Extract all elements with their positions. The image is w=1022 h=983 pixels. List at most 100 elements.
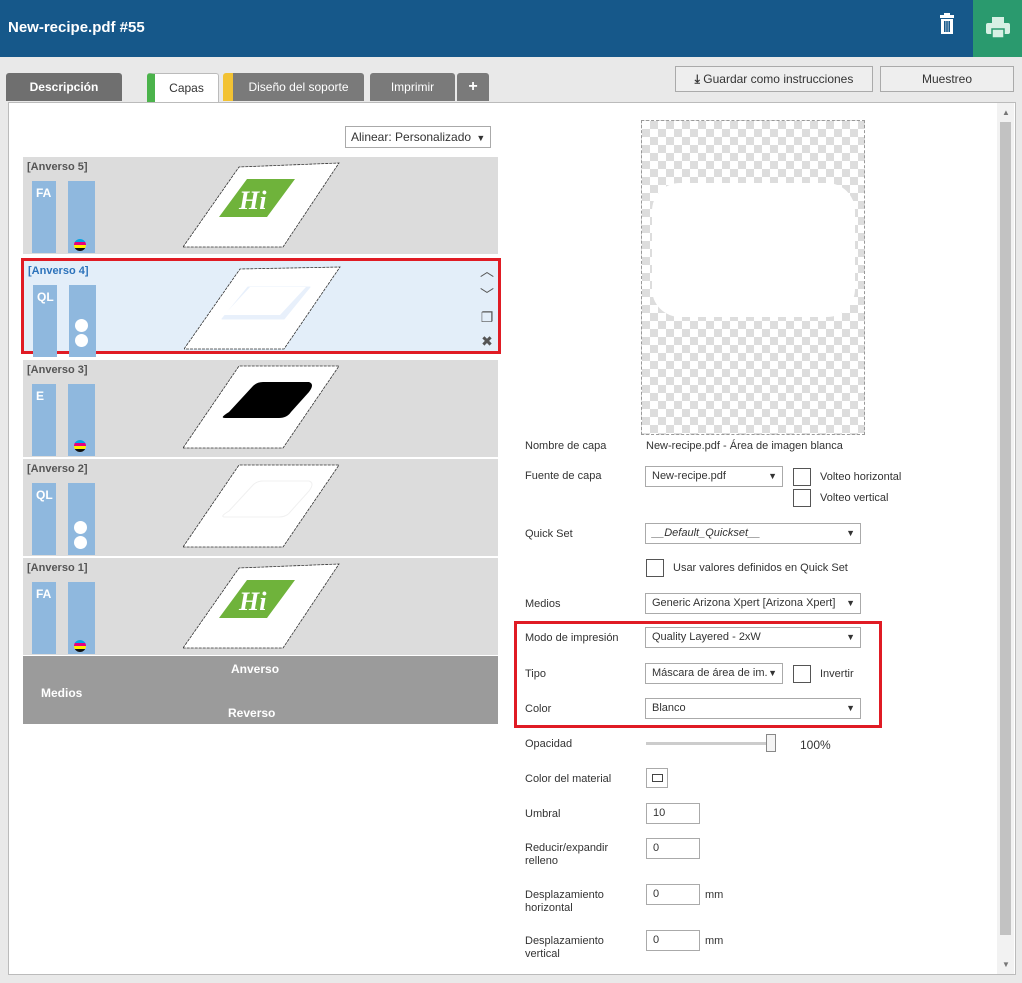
align-select-value: Alinear: Personalizado [351,130,472,144]
media-back-label[interactable]: Reverso [228,706,275,720]
move-down-icon[interactable]: ﹀ [479,285,495,305]
flip-vertical-label: Volteo vertical [820,492,889,504]
cmyk-icon [74,440,86,452]
scroll-up-icon[interactable]: ▲ [999,106,1013,120]
print-mode-value: Quality Layered - 2xW [652,631,761,643]
invert-checkbox[interactable] [793,665,811,683]
duplicate-icon[interactable]: ❐ [479,309,495,326]
media-select[interactable]: Generic Arizona Xpert [Arizona Xpert] ▼ [645,593,861,614]
media-row: Medios Anverso Reverso [23,656,498,724]
layer-mode-badge: FA [32,181,56,253]
material-color-picker[interactable] [646,768,668,788]
type-value: Máscara de área de im. [652,667,768,679]
media-front-label[interactable]: Anverso [231,662,279,676]
thumbnail-logo-text: Hi [238,186,267,215]
print-mode-select[interactable]: Quality Layered - 2xW ▼ [645,627,861,648]
tab-capas[interactable]: Capas [147,73,219,103]
horizontal-offset-unit: mm [705,889,724,901]
color-value: Blanco [652,702,686,714]
layer-name: [Anverso 3] [27,364,88,376]
quickset-label: Quick Set [525,528,573,540]
layer-thumbnail [184,266,341,350]
cmyk-icon [74,239,86,251]
dropdown-arrow-icon: ▼ [768,471,777,481]
layer-row[interactable]: [Anverso 1] FA Hi [23,558,498,656]
use-quickset-label: Usar valores definidos en Quick Set [673,562,848,574]
dropdown-arrow-icon: ▼ [846,528,855,538]
scroll-down-icon[interactable]: ▼ [999,958,1013,972]
save-as-instructions-label: Guardar como instrucciones [703,72,854,86]
tab-descripcion[interactable]: Descripción [6,73,122,101]
layer-mode-badge: E [32,384,56,456]
layer-preview [641,120,865,435]
tab-diseno-soporte[interactable]: Diseño del soporte [223,73,364,101]
layer-row[interactable]: [Anverso 2] QL [23,459,498,557]
layer-name-value: New-recipe.pdf - Área de imagen blanca [646,440,843,452]
save-as-instructions-button[interactable]: ⤓ Guardar como instrucciones [675,66,873,92]
opacity-slider-track[interactable] [646,742,770,745]
layer-name: [Anverso 2] [27,463,88,475]
use-quickset-checkbox[interactable] [646,559,664,577]
layer-name-label: Nombre de capa [525,440,607,452]
cmyk-icon [74,640,86,652]
print-mode-label: Modo de impresión [525,632,619,644]
trash-icon[interactable] [935,12,959,36]
threshold-input[interactable]: 10 [646,803,700,824]
dropdown-arrow-icon: ▼ [768,668,777,678]
layer-name: [Anverso 5] [27,161,88,173]
color-select[interactable]: Blanco ▼ [645,698,861,719]
align-select[interactable]: Alinear: Personalizado ▼ [345,126,491,148]
opacity-slider-thumb[interactable] [766,734,776,752]
layer-row[interactable]: [Anverso 3] E [23,360,498,458]
print-button[interactable] [973,0,1022,57]
layer-source-select[interactable]: New-recipe.pdf ▼ [645,466,783,487]
vertical-offset-label-line2: vertical [525,948,560,960]
vertical-offset-unit: mm [705,935,724,947]
preview-white-shape [652,183,855,317]
layer-thumbnail: Hi [183,563,340,649]
material-color-label: Color del material [525,773,612,785]
horizontal-offset-input[interactable]: 0 [646,884,700,905]
swatch-icon [652,774,663,782]
layer-mode-badge: FA [32,582,56,654]
media-select-value: Generic Arizona Xpert [Arizona Xpert] [652,597,836,609]
opacity-label: Opacidad [525,738,573,750]
scrollbar-thumb[interactable] [1000,122,1011,935]
media-label: Medios [41,686,83,700]
thumbnail-logo-text: Hi [238,587,267,616]
tab-imprimir[interactable]: Imprimir [370,73,455,101]
flip-vertical-checkbox[interactable] [793,489,811,507]
dropdown-arrow-icon: ▼ [846,598,855,608]
dropdown-arrow-icon: ▼ [846,632,855,642]
opacity-value: 100% [800,738,831,752]
vertical-offset-label-line1: Desplazamiento [525,935,604,947]
dropdown-arrow-icon: ▼ [476,133,486,143]
layer-thumbnail [183,464,340,548]
document-title: New-recipe.pdf #55 [8,19,145,36]
threshold-label: Umbral [525,808,561,820]
layer-row[interactable]: [Anverso 5] FA Hi [23,157,498,255]
layer-source-label: Fuente de capa [525,470,602,482]
layer-row-selected[interactable]: [Anverso 4] QL ︿ ﹀ ❐ ✖ [21,258,501,357]
invert-label: Invertir [820,668,854,680]
white-ink-icon [74,521,87,551]
horizontal-offset-label-line2: horizontal [525,902,573,914]
add-tab-button[interactable]: + [457,73,489,101]
type-label: Tipo [525,668,546,680]
vertical-offset-input[interactable]: 0 [646,930,700,951]
sampling-button[interactable]: Muestreo [880,66,1014,92]
move-up-icon[interactable]: ︿ [479,261,495,281]
delete-icon[interactable]: ✖ [479,333,495,350]
flip-horizontal-checkbox[interactable] [793,468,811,486]
layer-mode-badge: QL [33,285,57,357]
shrink-expand-input[interactable]: 0 [646,838,700,859]
layer-thumbnail [183,365,340,449]
app-header: New-recipe.pdf #55 [0,0,1022,57]
quickset-select[interactable]: __Default_Quickset__ ▼ [645,523,861,544]
printer-icon [986,17,1010,39]
quickset-value: __Default_Quickset__ [652,527,761,539]
layer-mode-badge: QL [32,483,56,555]
white-ink-icon [75,319,88,349]
layer-name: [Anverso 1] [27,562,88,574]
type-select[interactable]: Máscara de área de im. ▼ [645,663,783,684]
